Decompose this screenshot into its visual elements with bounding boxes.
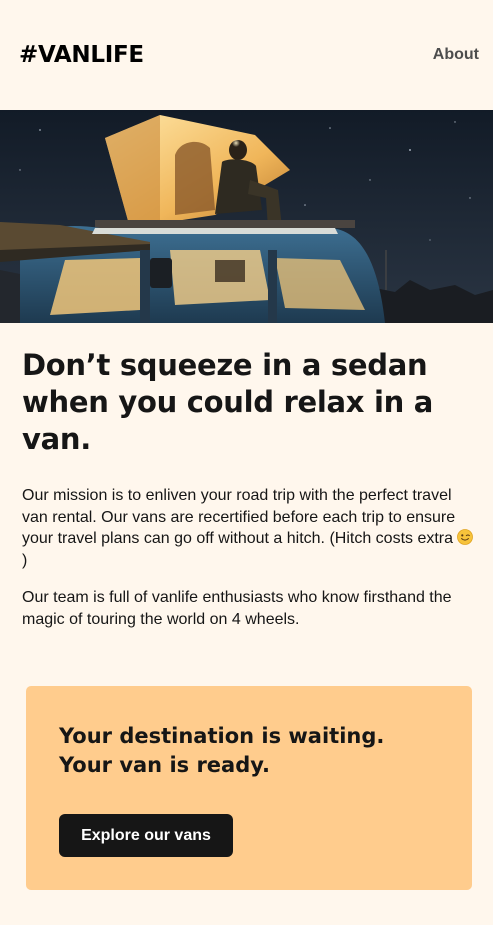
site-header: #VANLIFE About: [0, 0, 493, 110]
mission-paragraph: Our mission is to enliven your road trip…: [22, 485, 475, 571]
explore-vans-button[interactable]: Explore our vans: [59, 814, 233, 857]
cta-title-line-1: Your destination is waiting.: [59, 724, 385, 748]
team-paragraph: Our team is full of vanlife enthusiasts …: [22, 589, 452, 628]
nav-link-about[interactable]: About: [433, 46, 479, 64]
page-headline: Don’t squeeze in a sedan when you could …: [22, 348, 434, 456]
cta-title-line-2: Your van is ready.: [59, 753, 270, 777]
site-logo[interactable]: #VANLIFE: [19, 42, 144, 68]
cta-title: Your destination is waiting. Your van is…: [59, 722, 472, 780]
main-content: Don’t squeeze in a sedan when you could …: [0, 323, 493, 630]
mission-paragraph-text: Our mission is to enliven your road trip…: [22, 487, 456, 547]
cta-panel: Your destination is waiting. Your van is…: [26, 686, 472, 890]
van-under-night-sky-image: [0, 110, 493, 323]
hero-image: [0, 110, 493, 323]
winking-face-emoji: [457, 529, 474, 545]
mission-paragraph-suffix: ): [22, 551, 28, 569]
